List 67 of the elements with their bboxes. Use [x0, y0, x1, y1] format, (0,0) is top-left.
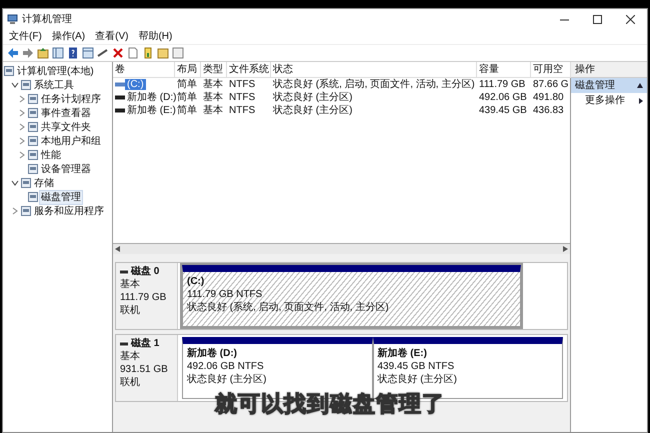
disk-size: 931.51 GB: [120, 363, 169, 376]
column-header[interactable]: 文件系统: [227, 62, 271, 78]
table-cell-text: 状态良好 (主分区): [272, 104, 354, 117]
tree-item[interactable]: 系统工具: [33, 78, 75, 92]
menu-item[interactable]: 文件(F): [9, 30, 42, 43]
column-header[interactable]: 类型: [201, 62, 227, 78]
volume-name[interactable]: 新加卷 (E:): [125, 105, 178, 116]
action-label: 更多操作: [585, 94, 625, 107]
tree-item[interactable]: 事件查看器: [40, 106, 92, 120]
tree-item[interactable]: 任务计划程序: [40, 92, 102, 106]
disk-status: 联机: [120, 304, 141, 317]
column-header[interactable]: 可用空: [531, 62, 571, 78]
partition-size: 111.79 GB NTFS: [187, 288, 264, 301]
partition-block[interactable]: (C:) 111.79 GB NTFS 状态良好 (系统, 启动, 页面文件, 活动, 主分区): [182, 265, 521, 327]
partition-label: (C:): [187, 275, 206, 288]
menu-item[interactable]: 帮助(H): [138, 30, 172, 43]
partition-label: 新加卷 (E:): [378, 347, 428, 360]
partition-label: 新加卷 (D:): [187, 347, 238, 360]
tree-item[interactable]: 本地用户和组: [40, 134, 102, 148]
partition-status: 状态良好 (主分区): [378, 373, 458, 386]
table-cell-text: 491.80: [532, 91, 565, 104]
column-header[interactable]: 状态: [271, 62, 477, 78]
partition-status: 状态良好 (主分区): [187, 373, 268, 386]
table-cell-text: 状态良好 (主分区): [272, 91, 354, 104]
menu-item[interactable]: 操作(A): [52, 30, 86, 43]
table-cell-text: NTFS: [228, 91, 256, 104]
column-header[interactable]: 布局: [175, 62, 201, 78]
volume-name[interactable]: (C:): [125, 79, 146, 90]
disk-name: 磁盘 0: [131, 265, 160, 278]
tree-item[interactable]: 设备管理器: [40, 162, 92, 176]
partition-size: 439.45 GB NTFS: [378, 360, 456, 373]
disk-name: 磁盘 1: [131, 337, 160, 350]
tree-item[interactable]: 计算机管理(本地): [16, 64, 95, 78]
table-cell-text: 基本: [202, 78, 224, 91]
disk-status: 联机: [120, 376, 141, 389]
table-cell-text: NTFS: [228, 104, 256, 117]
table-cell-text: NTFS: [228, 78, 256, 91]
table-cell-text: 简单: [176, 78, 198, 91]
disk-type: 基本: [120, 278, 141, 291]
actions-section[interactable]: 磁盘管理: [571, 78, 647, 93]
partition-size: 492.06 GB NTFS: [187, 360, 265, 373]
table-cell-text: 基本: [202, 91, 224, 104]
actions-header: 操作: [571, 62, 647, 78]
volume-name[interactable]: 新加卷 (D:): [125, 92, 178, 103]
action-item[interactable]: 更多操作: [571, 93, 647, 108]
table-cell-text: 436.83: [532, 104, 565, 117]
menu-item[interactable]: 查看(V): [95, 30, 128, 43]
table-cell-text: 状态良好 (系统, 启动, 页面文件, 活动, 主分区): [272, 78, 476, 91]
tree-item[interactable]: 服务和应用程序: [33, 204, 105, 218]
table-cell-text: 简单: [176, 104, 198, 117]
column-header[interactable]: 容量: [477, 62, 531, 78]
tree-item[interactable]: 共享文件夹: [40, 120, 92, 134]
tree-item[interactable]: 磁盘管理: [40, 190, 82, 204]
column-header[interactable]: 卷: [113, 62, 175, 78]
table-cell-text: 简单: [176, 91, 198, 104]
window-title: 计算机管理: [22, 12, 72, 26]
table-cell-text: 87.66 G: [532, 78, 570, 91]
table-cell-text: 基本: [202, 104, 224, 117]
table-cell-text: 492.06 GB: [478, 91, 528, 104]
tree-item[interactable]: 存储: [33, 176, 55, 190]
tree-item[interactable]: 性能: [40, 148, 62, 162]
section-title: 磁盘管理: [575, 79, 615, 92]
table-cell-text: 111.79 GB: [478, 78, 526, 91]
table-cell-text: 439.45 GB: [478, 104, 528, 117]
partition-status: 状态良好 (系统, 启动, 页面文件, 活动, 主分区): [187, 301, 390, 314]
disk-size: 111.79 GB: [120, 291, 168, 304]
disk-type: 基本: [120, 350, 141, 363]
